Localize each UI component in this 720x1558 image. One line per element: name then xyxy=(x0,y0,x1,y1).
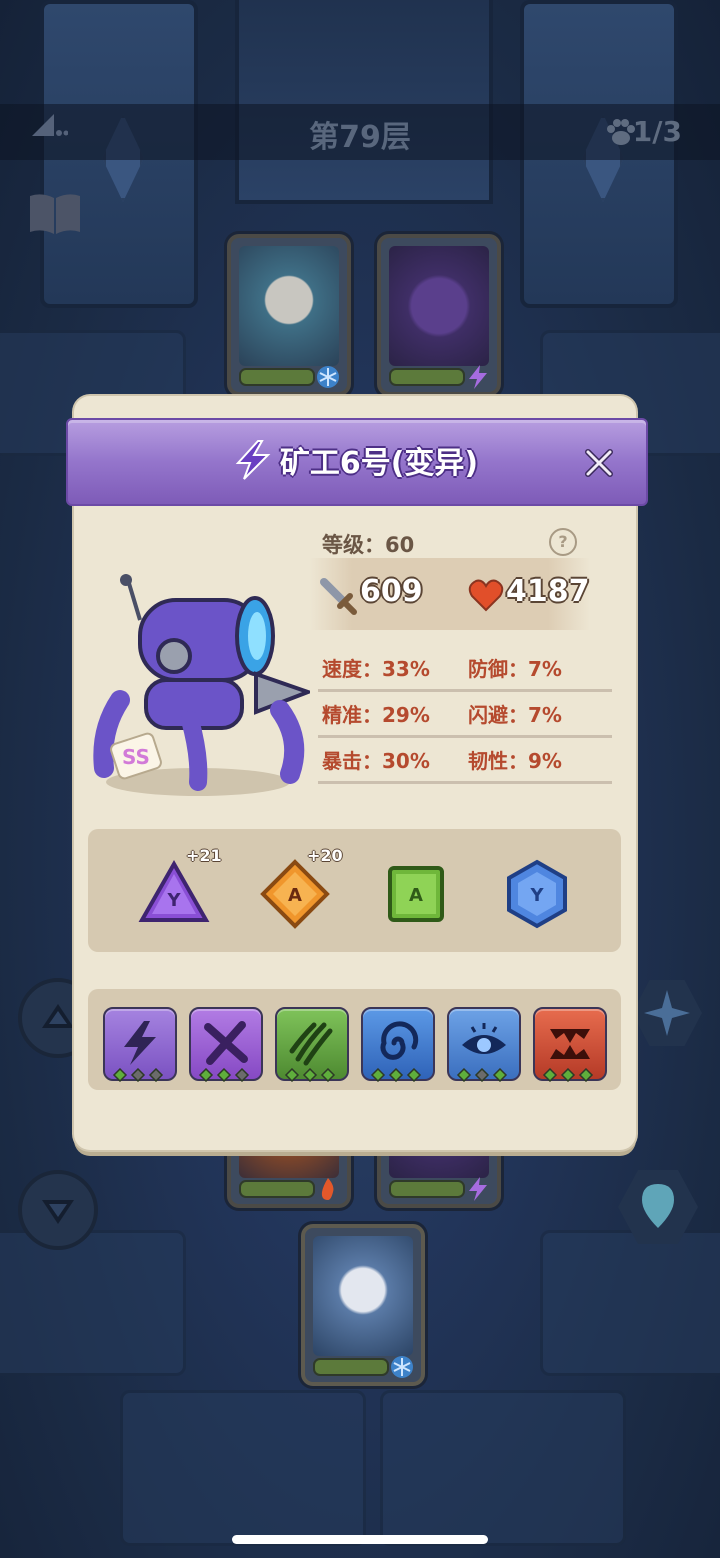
heart-icon xyxy=(468,579,504,612)
rune-bonus: +20 xyxy=(307,846,343,865)
skill-level-dots xyxy=(112,1068,164,1082)
sword-icon xyxy=(320,578,357,615)
home-indicator[interactable] xyxy=(232,1535,488,1544)
dungeon-door xyxy=(235,0,493,204)
dialog-title: 矿工6号(变异) xyxy=(279,446,479,481)
skill-level-dots xyxy=(542,1068,594,1082)
dialog-title-row: 矿工6号(变异) xyxy=(66,418,644,502)
stat-row: 速度：33% 防御：7% xyxy=(318,643,612,692)
team-count: 1/3 xyxy=(632,115,682,148)
rune-letter: A xyxy=(288,885,302,906)
rune-bonus: +21 xyxy=(186,846,222,865)
monster-card-owl[interactable] xyxy=(227,234,351,396)
fire-icon xyxy=(321,1178,334,1200)
rune-square-a[interactable]: A xyxy=(380,858,452,930)
swirl-icon xyxy=(380,1021,419,1060)
dodge-stat: 闪避：7% xyxy=(468,703,562,727)
help-icon[interactable]: ? xyxy=(549,528,577,556)
claw-icon xyxy=(289,1022,333,1066)
skill-level-dots xyxy=(198,1068,250,1082)
defense-stat: 防御：7% xyxy=(468,657,562,681)
lightning-small-icon xyxy=(469,1177,487,1201)
speed-stat: 速度：33% xyxy=(322,657,430,681)
rune-hexagon-y[interactable]: Y xyxy=(501,858,573,930)
crit-stat: 暴击：30% xyxy=(322,749,430,773)
scroll-down-button[interactable] xyxy=(18,1170,98,1250)
skill-level-dots xyxy=(370,1068,422,1082)
rune-letter: Y xyxy=(166,890,181,911)
close-icon[interactable] xyxy=(578,442,620,484)
book-icon[interactable] xyxy=(28,192,82,236)
stat-row: 精准：29% 闪避：7% xyxy=(318,689,612,738)
rune-letter: A xyxy=(409,885,423,906)
rune-triangle-y[interactable]: Y xyxy=(138,858,210,930)
lightning-icon xyxy=(235,440,271,480)
x-slash-icon xyxy=(204,1021,248,1065)
accuracy-stat: 精准：29% xyxy=(322,703,430,727)
monster-card-tiger[interactable] xyxy=(301,1224,425,1386)
stat-row: 暴击：30% 韧性：9% xyxy=(318,735,612,784)
snowflake-icon xyxy=(391,1356,413,1378)
lightning-icon xyxy=(124,1021,156,1065)
grade-badge: SS xyxy=(122,745,150,769)
rune-letter: Y xyxy=(529,885,544,906)
hp-value: 4187 xyxy=(506,574,590,609)
snowflake-icon xyxy=(317,366,339,388)
toughness-stat: 韧性：9% xyxy=(468,749,562,773)
eye-icon xyxy=(462,1023,506,1054)
level-label: 等级：60 xyxy=(322,533,415,557)
skill-level-dots xyxy=(284,1068,336,1082)
lightning-small-icon xyxy=(469,365,487,389)
miner-robot-image: SS xyxy=(93,574,310,796)
attack-value: 609 xyxy=(360,574,423,609)
rune-diamond-a[interactable]: A xyxy=(259,858,331,930)
skill-level-dots xyxy=(456,1068,508,1082)
monster-card-crocodile[interactable] xyxy=(377,234,501,396)
fang-icon xyxy=(550,1029,590,1059)
